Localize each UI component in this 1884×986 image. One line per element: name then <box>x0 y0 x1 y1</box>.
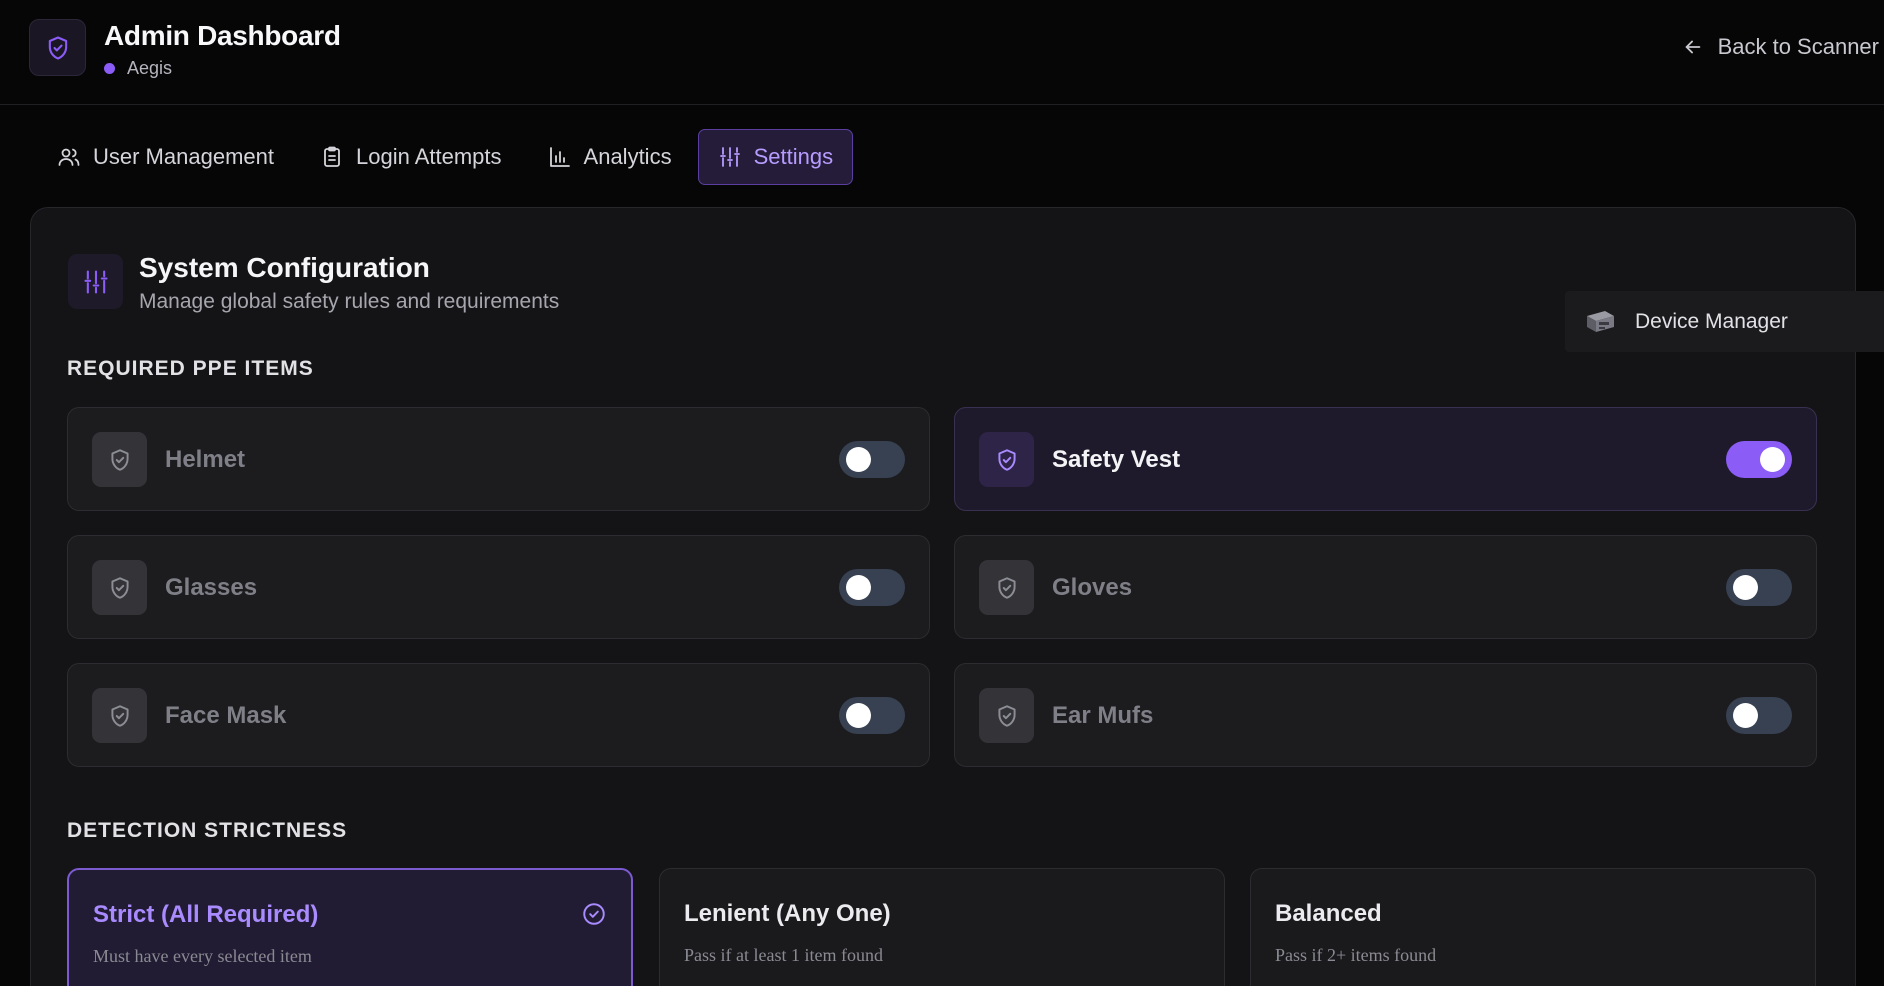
ppe-name: Glasses <box>165 574 258 601</box>
ppe-name: Helmet <box>165 446 246 473</box>
ppe-card-glasses[interactable]: Glasses <box>67 535 930 639</box>
shield-check-icon <box>110 576 129 599</box>
device-manager-label: Device Manager <box>1635 309 1788 333</box>
mode-desc: Pass if 2+ items found <box>1275 945 1437 965</box>
toggle-knob <box>1733 703 1758 728</box>
tab-bar: User Management Login Attempts Analytics… <box>37 129 854 185</box>
toggle-knob <box>846 703 871 728</box>
tab-label: Analytics <box>583 144 672 169</box>
ppe-icon <box>979 688 1034 743</box>
mode-desc: Pass if at least 1 item found <box>684 945 883 965</box>
admin-app: Admin Dashboard Aegis Back to Scanner Us… <box>0 0 1884 986</box>
device-icon <box>1587 310 1614 332</box>
ppe-card-face-mask[interactable]: Face Mask <box>67 663 930 767</box>
ppe-name: Gloves <box>1052 574 1133 601</box>
ppe-card-helmet[interactable]: Helmet <box>67 407 930 511</box>
mode-title: Lenient (Any One) <box>684 900 891 927</box>
mode-title: Strict (All Required) <box>93 901 319 928</box>
bar-chart-icon <box>549 147 570 167</box>
mode-desc: Must have every selected item <box>93 946 312 966</box>
toggle-knob <box>846 447 871 472</box>
device-manager-button[interactable]: Device Manager <box>1565 291 1884 352</box>
back-to-scanner-link[interactable]: Back to Scanner <box>1682 34 1879 60</box>
org-label: Aegis <box>104 58 172 79</box>
ppe-name: Safety Vest <box>1052 446 1181 473</box>
shield-check-icon <box>48 35 67 60</box>
shield-check-icon <box>997 704 1016 727</box>
toggle-knob <box>1760 447 1785 472</box>
tab-user-management[interactable]: User Management <box>37 129 294 185</box>
arrow-left-icon <box>1685 40 1700 54</box>
back-label: Back to Scanner <box>1717 34 1879 59</box>
sliders-icon <box>83 269 108 294</box>
ppe-card-gloves[interactable]: Gloves <box>954 535 1817 639</box>
ppe-card-ear-mufs[interactable]: Ear Mufs <box>954 663 1817 767</box>
ppe-icon <box>92 688 147 743</box>
toggle-gloves[interactable] <box>1726 569 1792 606</box>
status-dot <box>104 63 115 74</box>
tab-analytics[interactable]: Analytics <box>528 129 692 185</box>
shield-check-icon <box>997 576 1016 599</box>
mode-card-lenient[interactable]: Lenient (Any One) Pass if at least 1 ite… <box>659 868 1225 986</box>
tab-label: Login Attempts <box>355 144 502 169</box>
tab-login-attempts[interactable]: Login Attempts <box>300 129 522 185</box>
mode-title: Balanced <box>1275 900 1382 927</box>
toggle-face-mask[interactable] <box>839 697 905 734</box>
strictness-heading: DETECTION STRICTNESS <box>67 819 348 842</box>
top-header: Admin Dashboard Aegis Back to Scanner <box>0 0 1884 105</box>
ppe-icon <box>92 432 147 487</box>
section-icon <box>68 254 123 309</box>
shield-check-icon <box>997 448 1016 471</box>
users-icon <box>58 148 80 166</box>
ppe-card-safety-vest[interactable]: Safety Vest <box>954 407 1817 511</box>
shield-check-icon <box>110 448 129 471</box>
clipboard-icon <box>324 146 340 167</box>
ppe-icon <box>92 560 147 615</box>
check-circle-icon <box>583 903 605 925</box>
tab-label: User Management <box>93 144 274 169</box>
mode-card-strict[interactable]: Strict (All Required) Must have every se… <box>67 868 633 986</box>
mode-card-balanced[interactable]: Balanced Pass if 2+ items found <box>1250 868 1816 986</box>
sliders-icon <box>719 147 740 167</box>
ppe-icon <box>979 560 1034 615</box>
toggle-helmet[interactable] <box>839 441 905 478</box>
ppe-name: Face Mask <box>165 702 287 729</box>
ppe-heading: REQUIRED PPE ITEMS <box>67 357 314 380</box>
shield-check-icon <box>110 704 129 727</box>
section-title: System Configuration <box>139 252 430 283</box>
tab-settings[interactable]: Settings <box>697 129 854 185</box>
toggle-knob <box>846 575 871 600</box>
toggle-ear-mufs[interactable] <box>1726 697 1792 734</box>
toggle-knob <box>1733 575 1758 600</box>
logo <box>29 19 86 76</box>
ppe-name: Ear Mufs <box>1052 702 1154 729</box>
toggle-glasses[interactable] <box>839 569 905 606</box>
page-title: Admin Dashboard <box>104 20 341 51</box>
ppe-icon <box>979 432 1034 487</box>
org-name: Aegis <box>127 58 173 78</box>
section-subtitle: Manage global safety rules and requireme… <box>139 290 560 313</box>
toggle-safety-vest[interactable] <box>1726 441 1792 478</box>
tab-label: Settings <box>753 144 834 169</box>
